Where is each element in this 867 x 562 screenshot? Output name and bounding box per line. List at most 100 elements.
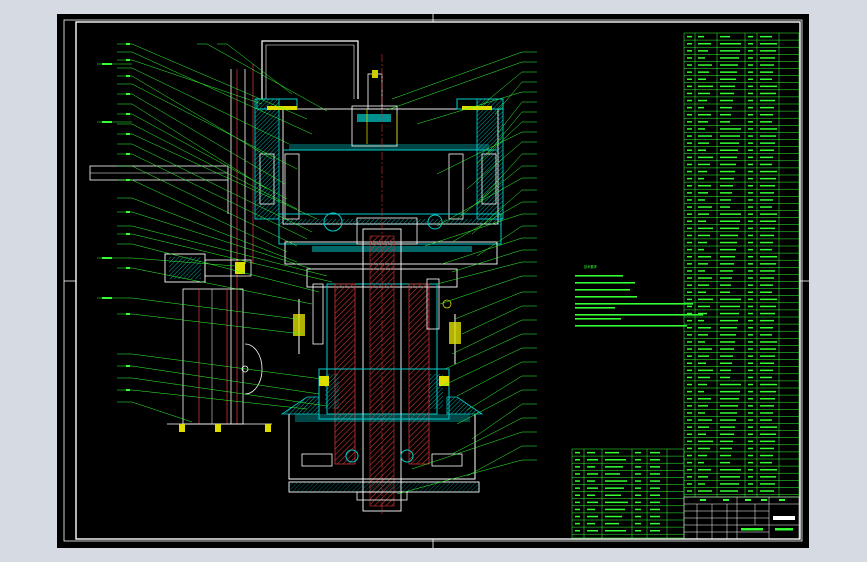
- parts-cell-mark: [687, 419, 692, 421]
- parts-cell-mark: [760, 376, 772, 379]
- parts-cell-mark: [720, 220, 740, 222]
- parts-cell-mark: [760, 412, 773, 414]
- lower-cell-mark: [650, 487, 660, 489]
- parts-cell-mark: [720, 142, 739, 144]
- parts-cell-mark: [760, 241, 773, 244]
- parts-cell-mark: [687, 277, 692, 279]
- parts-cell-mark: [720, 277, 732, 279]
- parts-cell-mark: [698, 78, 706, 80]
- parts-cell-mark: [720, 234, 738, 237]
- parts-cell-mark: [687, 227, 692, 230]
- lower-cell-mark: [635, 501, 641, 504]
- parts-cell-mark: [698, 71, 709, 73]
- parts-cell-mark: [720, 298, 741, 301]
- parts-cell-mark: [748, 50, 753, 52]
- parts-cell-mark: [698, 220, 706, 222]
- parts-cell-mark: [720, 50, 740, 52]
- parts-cell-mark: [698, 298, 713, 301]
- parts-cell-mark: [698, 362, 706, 364]
- parts-cell-mark: [698, 483, 705, 485]
- parts-cell-mark: [698, 447, 710, 450]
- lower-cell-mark: [605, 487, 624, 489]
- parts-cell-mark: [748, 277, 753, 279]
- parts-cell-mark: [687, 71, 692, 73]
- lower-cell-mark: [587, 494, 595, 496]
- parts-cell-mark: [720, 334, 736, 336]
- parts-cell-mark: [760, 234, 774, 237]
- parts-cell-mark: [687, 376, 692, 379]
- parts-cell-mark: [698, 142, 709, 144]
- parts-cell-mark: [760, 248, 772, 251]
- lower-cell-mark: [605, 466, 623, 468]
- parts-cell-mark: [720, 206, 730, 208]
- parts-cell-mark: [698, 341, 705, 343]
- parts-cell-mark: [720, 248, 736, 251]
- parts-cell-mark: [748, 383, 753, 386]
- parts-cell-mark: [760, 35, 772, 38]
- title-block-text: [700, 499, 795, 531]
- drawing-sheet: 技术要求: [57, 14, 809, 548]
- parts-cell-mark: [760, 490, 774, 492]
- parts-cell-mark: [720, 121, 730, 123]
- parts-cell-mark: [748, 412, 753, 414]
- lower-cell-mark: [650, 522, 660, 525]
- parts-cell-mark: [687, 241, 692, 244]
- parts-cell-mark: [698, 50, 708, 52]
- parts-cell-mark: [698, 426, 709, 428]
- parts-cell-mark: [720, 163, 736, 166]
- parts-cell-mark: [760, 298, 777, 301]
- parts-cell-mark: [687, 270, 692, 272]
- parts-cell-mark: [720, 71, 737, 73]
- lower-cell-mark: [635, 451, 641, 454]
- parts-cell-mark: [720, 85, 735, 88]
- parts-cell-mark: [687, 248, 692, 251]
- parts-cell-mark: [687, 213, 692, 215]
- lower-cell-mark: [575, 459, 580, 461]
- parts-cell-mark: [748, 213, 753, 215]
- parts-cell-mark: [698, 284, 709, 286]
- parts-cell-mark: [687, 334, 692, 336]
- parts-cell-mark: [760, 390, 776, 393]
- parts-cell-mark: [720, 461, 730, 464]
- parts-cell-mark: [760, 383, 777, 386]
- parts-cell-mark: [720, 78, 736, 80]
- parts-cell-mark: [760, 64, 774, 66]
- parts-cell-mark: [760, 362, 774, 364]
- parts-cell-mark: [748, 35, 753, 38]
- parts-cell-mark: [687, 348, 692, 350]
- lower-cell-mark: [605, 459, 626, 461]
- parts-cell-mark: [720, 35, 730, 38]
- lower-cell-mark: [587, 508, 595, 511]
- parts-cell-mark: [687, 447, 692, 450]
- parts-cell-mark: [698, 390, 704, 393]
- parts-cell-mark: [720, 426, 735, 428]
- lower-cell-mark: [587, 451, 595, 454]
- parts-cell-mark: [748, 440, 753, 443]
- lower-cell-mark: [587, 522, 595, 525]
- lower-cell-mark: [587, 480, 595, 482]
- lower-cell-mark: [575, 473, 580, 475]
- parts-cell-mark: [720, 256, 735, 258]
- parts-cell-mark: [760, 433, 776, 435]
- parts-cell-mark: [748, 135, 753, 137]
- parts-cell-mark: [748, 149, 753, 151]
- parts-cell-mark: [748, 64, 753, 66]
- parts-cell-mark: [748, 163, 753, 166]
- parts-cell-mark: [748, 405, 753, 407]
- parts-cell-mark: [748, 106, 753, 109]
- parts-cell-mark: [748, 319, 753, 322]
- parts-cell-mark: [720, 405, 738, 407]
- lower-cell-mark: [605, 451, 619, 454]
- parts-cell-mark: [748, 71, 753, 73]
- parts-cell-mark: [698, 92, 710, 95]
- parts-cell-mark: [720, 341, 735, 343]
- parts-cell-mark: [748, 298, 753, 301]
- parts-cell-mark: [720, 149, 738, 151]
- lower-cell-mark: [587, 530, 598, 532]
- parts-cell-mark: [748, 99, 753, 102]
- parts-cell-mark: [687, 405, 692, 407]
- parts-cell-mark: [698, 263, 708, 265]
- parts-cell-mark: [720, 319, 738, 322]
- lower-cell-mark: [605, 515, 622, 518]
- lower-cell-mark: [650, 466, 660, 468]
